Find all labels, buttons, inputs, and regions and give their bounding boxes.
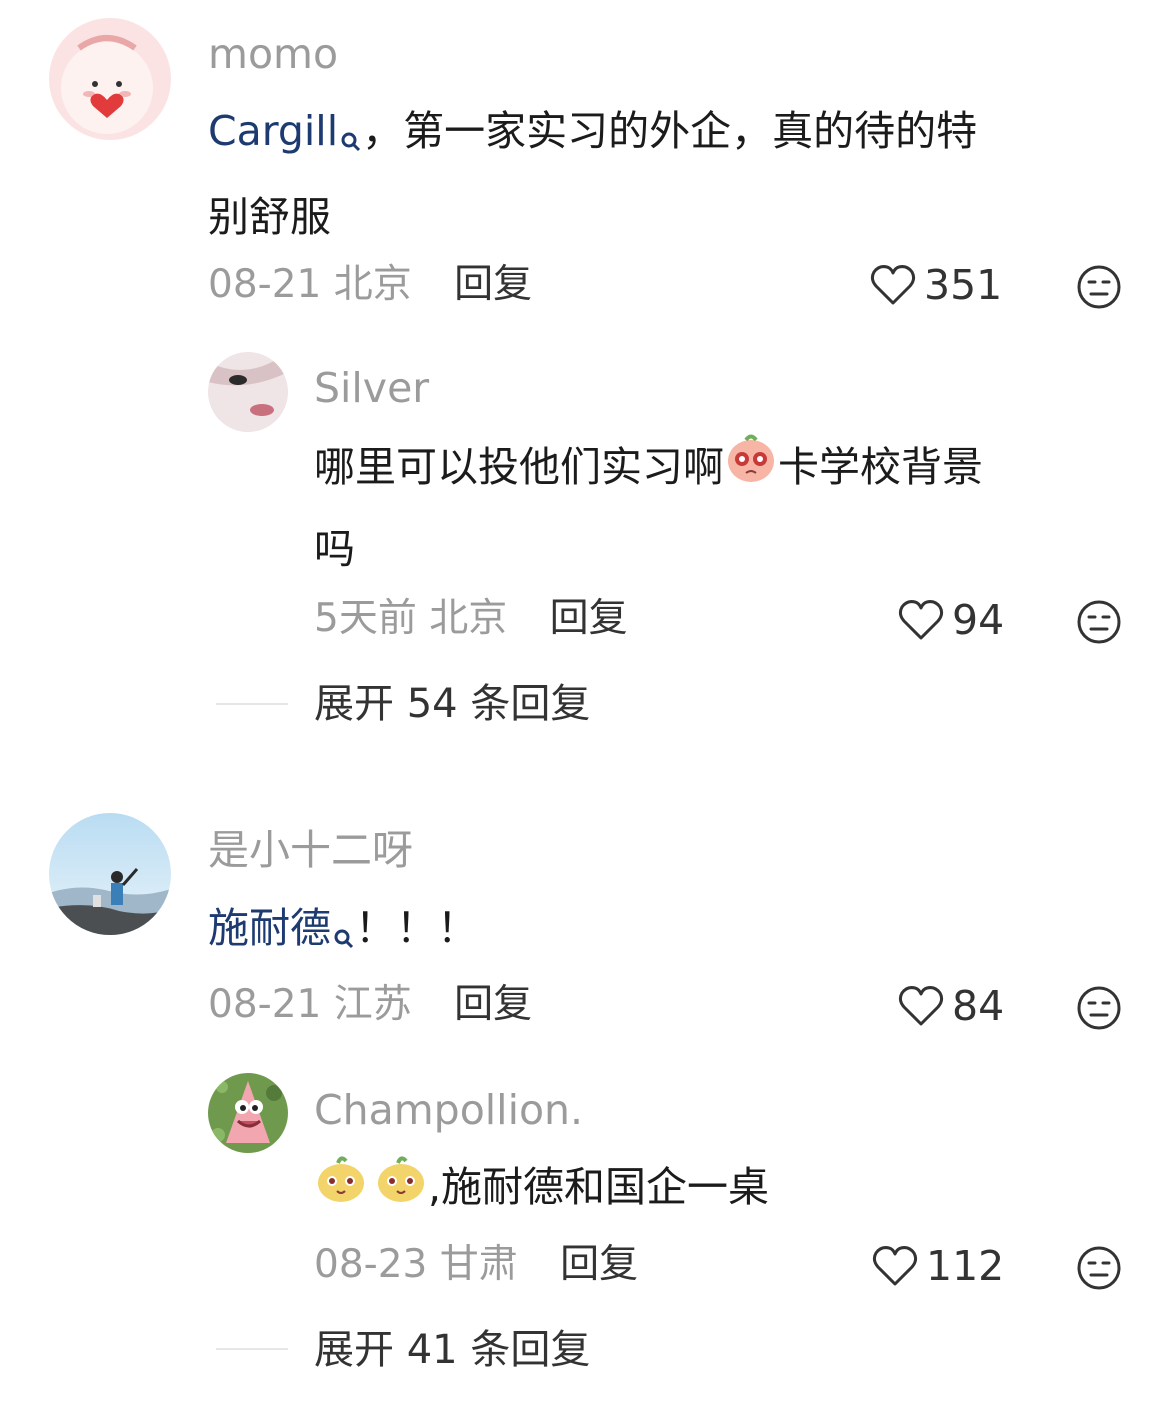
- keyword-link[interactable]: 施耐德: [208, 904, 331, 952]
- heart-outline-icon: [870, 265, 916, 305]
- neutral-face-icon[interactable]: [1076, 985, 1122, 1031]
- neutral-face-icon[interactable]: [1076, 599, 1122, 645]
- reply-date: 5天前: [314, 596, 417, 641]
- like-count: 94: [952, 595, 1005, 644]
- avatar-silver[interactable]: [208, 352, 288, 432]
- comment-meta: 08-21 北京 回复: [208, 265, 532, 304]
- comment-text: 施耐德 ！！！: [208, 889, 1128, 975]
- comment-text-line2: 别舒服: [208, 193, 331, 241]
- like-button[interactable]: 112: [872, 1245, 1004, 1287]
- keyword-link[interactable]: Cargill: [208, 107, 338, 155]
- pleading-peach-emoji-icon: [724, 431, 778, 510]
- reply-text: 哪里可以投他们实习啊 卡学校背景 吗: [314, 428, 1124, 588]
- reply-meta: 08-23 甘肃 回复: [314, 1245, 638, 1284]
- reply-location: 甘肃: [439, 1242, 518, 1287]
- reply-username[interactable]: Silver: [314, 368, 429, 409]
- comment-date: 08-21: [208, 262, 322, 307]
- heart-outline-icon: [898, 600, 944, 640]
- expand-replies-button[interactable]: 展开 54 条回复: [314, 684, 590, 724]
- heart-outline-icon: [872, 1246, 918, 1286]
- like-button[interactable]: 84: [898, 985, 1004, 1027]
- reply-username[interactable]: Champollion.: [314, 1090, 583, 1131]
- reply-button[interactable]: 回复: [550, 596, 628, 641]
- avatar-momo[interactable]: [49, 18, 171, 140]
- search-icon: [340, 100, 362, 178]
- pear-face-emoji-icon: [314, 1151, 368, 1230]
- reply-button[interactable]: 回复: [560, 1242, 638, 1287]
- comment-text-suffix: ！！！: [355, 904, 478, 952]
- expand-divider: [216, 1348, 288, 1350]
- comment-text-line1: ，第一家实习的外企，真的待的特: [362, 107, 978, 155]
- reply-location: 北京: [429, 596, 508, 641]
- like-count: 351: [924, 260, 1003, 309]
- heart-outline-icon: [898, 986, 944, 1026]
- reply-meta: 5天前 北京 回复: [314, 599, 628, 638]
- comment-username[interactable]: momo: [208, 34, 338, 75]
- like-count: 112: [926, 1241, 1005, 1290]
- expand-divider: [216, 703, 288, 705]
- pear-face-emoji-icon: [374, 1151, 428, 1230]
- reply-date: 08-23: [314, 1242, 428, 1287]
- comment-location: 江苏: [333, 982, 412, 1027]
- like-button[interactable]: 351: [870, 264, 1002, 306]
- like-button[interactable]: 94: [898, 599, 1004, 641]
- reply-text-part2: 卡学校背景: [778, 443, 983, 491]
- avatar-champollion[interactable]: [208, 1073, 288, 1153]
- expand-replies-button[interactable]: 展开 41 条回复: [314, 1330, 590, 1370]
- search-icon: [333, 897, 355, 975]
- neutral-face-icon[interactable]: [1076, 264, 1122, 310]
- reply-text-part1: 哪里可以投他们实习啊: [314, 443, 724, 491]
- comment-username[interactable]: 是小十二呀: [208, 830, 413, 871]
- reply-text-line2: 吗: [314, 524, 355, 573]
- reply-text-body: ,施耐德和国企一桌: [428, 1163, 770, 1211]
- like-count: 84: [952, 981, 1005, 1030]
- avatar-shixiaoshier[interactable]: [49, 813, 171, 935]
- comment-date: 08-21: [208, 982, 322, 1027]
- reply-text: ,施耐德和国企一桌: [314, 1148, 1124, 1230]
- comment-location: 北京: [333, 262, 412, 307]
- reply-button[interactable]: 回复: [454, 262, 532, 307]
- comment-text: Cargill ，第一家实习的外企，真的待的特 别舒服: [208, 92, 1128, 256]
- reply-button[interactable]: 回复: [454, 982, 532, 1027]
- neutral-face-icon[interactable]: [1076, 1245, 1122, 1291]
- comment-meta: 08-21 江苏 回复: [208, 985, 532, 1024]
